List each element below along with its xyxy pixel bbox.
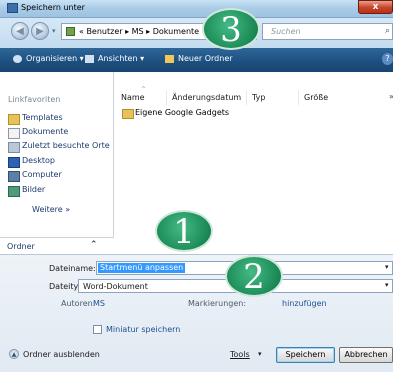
folders-toggle[interactable]: Ordner ⌃ [0,237,114,254]
views-button[interactable]: Ansichten ▾ [85,54,144,63]
computer-icon [8,171,20,182]
tags-field[interactable]: hinzufügen [282,299,327,308]
tags-label: Markierungen: [188,299,247,308]
hide-folders-button[interactable]: Ordner ausblenden [23,350,100,359]
desktop-icon [8,157,20,168]
save-button[interactable]: Speichern [276,347,335,363]
scroll-right-icon[interactable]: » [389,92,393,101]
recent-pages-dropdown-icon[interactable]: ▾ [52,27,56,35]
thumbnail-checkbox[interactable] [93,325,102,334]
more-links[interactable]: Weitere » [32,205,70,214]
callout-badge-1: 1 [155,210,213,252]
column-divider[interactable] [246,90,247,105]
search-icon[interactable]: ⌕ [385,26,390,36]
tools-button[interactable]: Tools [230,350,250,359]
window-title: Speichern unter [21,3,85,12]
filetype-value: Word-Dokument [83,282,148,291]
forward-button[interactable]: ▶ [31,22,49,40]
toolbar: Organisieren ▾ Ansichten ▾ Neuer Ordner … [0,48,393,72]
address-bar-row: ◀ ▶ ▾ « Benutzer ▸ MS ▸ Dokumente ↻ Such… [0,18,393,48]
column-divider[interactable] [298,90,299,105]
filename-value: Startmenü anpassen [98,263,186,273]
favorites-heading: Linkfavoriten [8,95,61,104]
chevron-up-icon: ⌃ [90,240,98,250]
chevron-down-icon[interactable]: ▾ [385,263,389,271]
thumbnail-label[interactable]: Miniatur speichern [106,325,180,334]
organize-icon [13,55,22,63]
column-header-name[interactable]: Name [121,93,145,102]
sort-arrow-icon: ^ [141,86,147,93]
folder-icon [122,109,134,119]
callout-badge-3: 3 [202,8,260,50]
search-input[interactable]: Suchen ⌕ [262,23,393,40]
column-header-modified[interactable]: Änderungsdatum [172,93,241,102]
organize-button[interactable]: Organisieren ▾ [13,54,84,63]
pictures-icon [8,186,20,197]
documents-icon [8,128,20,139]
window-icon [7,3,18,13]
views-icon [85,55,94,63]
column-header-type[interactable]: Typ [252,93,265,102]
chevron-up-icon[interactable]: ▲ [9,349,19,359]
back-button[interactable]: ◀ [11,22,29,40]
new-folder-icon [165,55,174,63]
folders-label: Ordner [7,242,35,251]
close-button[interactable]: x [358,0,393,14]
callout-badge-2: 2 [225,255,283,297]
chevron-down-icon[interactable]: ▾ [258,350,262,358]
folder-icon [8,114,20,125]
column-header-size[interactable]: Größe [304,93,328,102]
cancel-button[interactable]: Abbrechen [339,347,393,363]
recent-places-icon [8,142,20,153]
authors-field[interactable]: MS [93,299,105,308]
chevron-down-icon[interactable]: ▾ [385,281,389,289]
breadcrumb-path[interactable]: « Benutzer ▸ MS ▸ Dokumente [79,27,199,36]
title-bar: Speichern unter x [0,0,393,18]
help-icon[interactable]: ? [382,53,393,65]
column-divider[interactable] [166,90,167,105]
search-placeholder: Suchen [271,27,301,36]
folder-icon [66,27,75,36]
filename-label: Dateiname: [49,264,96,273]
new-folder-button[interactable]: Neuer Ordner [165,54,233,63]
authors-label: Autoren: [61,299,96,308]
